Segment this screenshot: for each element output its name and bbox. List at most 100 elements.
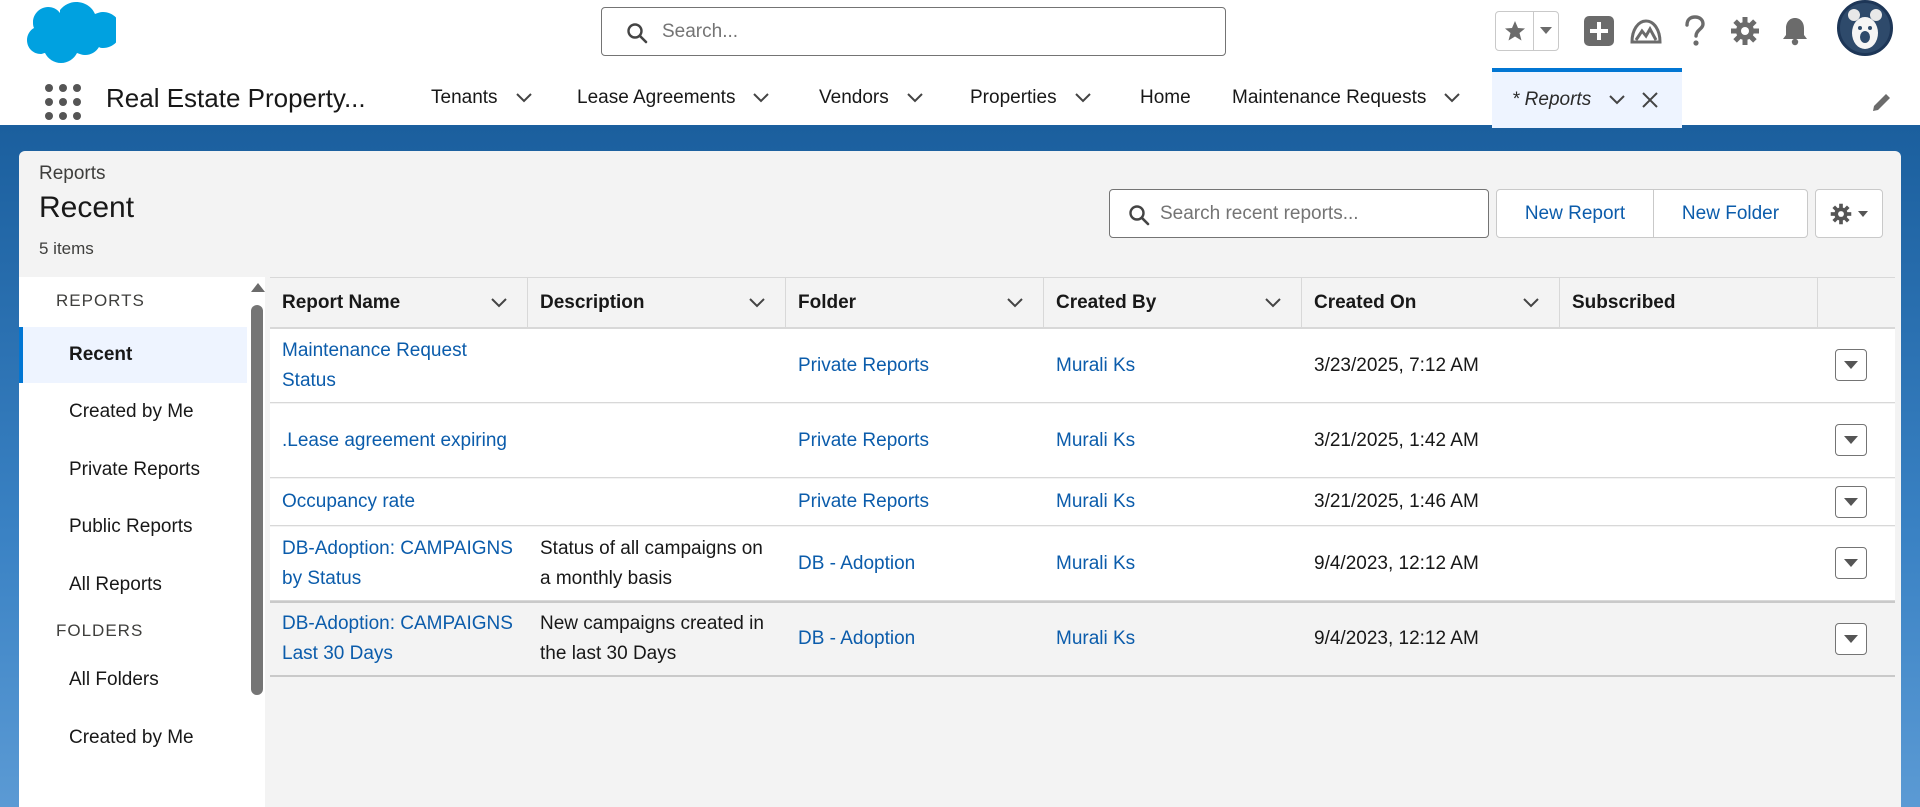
favorites-button[interactable] [1496,12,1534,50]
search-recent-reports-input[interactable]: Search recent reports... [1109,189,1489,238]
row-actions-button[interactable] [1835,349,1867,381]
subscribed [1560,527,1818,600]
table-row: DB-Adoption: CAMPAIGNS by Status Status … [270,527,1895,601]
column-header-label: Folder [798,292,857,313]
subscribed [1560,404,1818,477]
salesforce-logo[interactable] [22,0,116,64]
sidebar-item-folders-created-by-me[interactable]: Created by Me [19,710,247,766]
created-by-link[interactable]: Murali Ks [1044,404,1302,477]
reports-table: Report Name Description Folder Created B… [270,277,1895,807]
chevron-down-icon[interactable] [1073,88,1093,108]
global-header: Search... [0,0,1920,68]
chevron-down-icon[interactable] [1607,90,1627,110]
column-header-created-on[interactable]: Created On [1302,278,1560,328]
chevron-down-icon [1844,435,1858,444]
reports-sidebar: REPORTS Recent Created by Me Private Rep… [19,277,265,807]
user-avatar[interactable] [1837,0,1893,56]
nav-item-home[interactable]: Home [1140,68,1191,128]
report-name-link[interactable]: Occupancy rate [270,479,528,525]
chevron-down-icon[interactable] [1263,293,1283,313]
column-header-report-name[interactable]: Report Name [270,278,528,328]
table-row: .Lease agreement expiring Private Report… [270,404,1895,478]
chevron-down-icon[interactable] [905,88,925,108]
pencil-icon[interactable] [1870,90,1894,114]
nav-item-properties[interactable]: Properties [970,68,1093,128]
sidebar-item-recent[interactable]: Recent [19,327,247,383]
notifications-button[interactable] [1777,12,1813,50]
folder-link[interactable]: DB - Adoption [786,603,1044,675]
created-by-link[interactable]: Murali Ks [1044,329,1302,402]
sidebar-item-private-reports[interactable]: Private Reports [19,442,247,498]
column-header-folder[interactable]: Folder [786,278,1044,328]
created-on: 9/4/2023, 12:12 AM [1314,628,1479,649]
close-icon[interactable] [1641,91,1659,109]
folder-link[interactable]: DB - Adoption [786,527,1044,600]
nav-item-tenants[interactable]: Tenants [431,68,534,128]
created-by-link[interactable]: Murali Ks [1044,479,1302,525]
report-name-link[interactable]: DB-Adoption: CAMPAIGNS by Status [270,527,528,600]
chevron-down-icon[interactable] [514,88,534,108]
sidebar-item-created-by-me[interactable]: Created by Me [19,384,247,440]
report-name-link[interactable]: .Lease agreement expiring [270,404,528,477]
folder-link[interactable]: Private Reports [786,479,1044,525]
chevron-down-icon[interactable] [489,293,509,313]
chevron-down-icon [1844,360,1858,369]
chevron-down-icon[interactable] [747,293,767,313]
column-header-subscribed[interactable]: Subscribed [1560,278,1818,328]
chevron-down-icon[interactable] [1442,88,1462,108]
subscribed [1560,329,1818,402]
created-on: 9/4/2023, 12:12 AM [1314,552,1479,574]
nav-item-reports[interactable]: * Reports [1492,68,1682,128]
row-actions-button[interactable] [1835,424,1867,456]
bear-avatar-icon [1848,9,1882,49]
created-by-link[interactable]: Murali Ks [1044,527,1302,600]
setup-button[interactable] [1727,12,1763,50]
trailhead-icon [1630,19,1662,44]
scroll-up-arrow-icon[interactable] [251,283,265,292]
nav-item-label: Vendors [819,87,889,108]
search-placeholder: Search recent reports... [1160,203,1359,224]
nav-item-label: Lease Agreements [577,87,736,108]
created-on: 3/21/2025, 1:46 AM [1314,491,1479,512]
row-actions-button[interactable] [1835,547,1867,579]
folder-link[interactable]: Private Reports [786,404,1044,477]
chevron-down-icon[interactable] [751,88,771,108]
nav-item-vendors[interactable]: Vendors [819,68,925,128]
column-header-created-by[interactable]: Created By [1044,278,1302,328]
column-header-label: Description [540,292,645,313]
search-icon [627,23,648,44]
created-on: 3/23/2025, 7:12 AM [1314,354,1479,376]
nav-item-label: Properties [970,87,1057,108]
column-header-description[interactable]: Description [528,278,786,328]
favorites-group [1495,11,1559,51]
plus-icon [1584,16,1614,46]
report-name-link[interactable]: Maintenance Request Status [270,329,528,402]
breadcrumb[interactable]: Reports [39,163,106,185]
chevron-down-icon[interactable] [1005,293,1025,313]
global-search-input[interactable]: Search... [601,7,1226,56]
caret-down-icon [1540,27,1552,34]
report-name-link[interactable]: DB-Adoption: CAMPAIGNS Last 30 Days [270,603,528,675]
help-button[interactable] [1677,12,1713,50]
table-row: Maintenance Request Status Private Repor… [270,329,1895,403]
favorites-menu-button[interactable] [1534,12,1558,50]
created-by-link[interactable]: Murali Ks [1044,603,1302,675]
sidebar-item-all-reports[interactable]: All Reports [19,557,247,613]
sidebar-item-public-reports[interactable]: Public Reports [19,499,247,555]
app-launcher-button[interactable] [45,84,81,120]
folder-link[interactable]: Private Reports [786,329,1044,402]
nav-item-lease-agreements[interactable]: Lease Agreements [577,68,771,128]
row-actions-button[interactable] [1835,623,1867,655]
global-actions-button[interactable] [1581,12,1617,50]
list-settings-button[interactable] [1815,189,1883,238]
created-on: 3/21/2025, 1:42 AM [1314,429,1479,451]
new-folder-button[interactable]: New Folder [1653,189,1808,238]
caret-down-icon [1858,210,1868,217]
trailhead-button[interactable] [1628,12,1664,50]
sidebar-item-all-folders[interactable]: All Folders [19,652,247,708]
new-report-button[interactable]: New Report [1496,189,1654,238]
row-actions-button[interactable] [1835,486,1867,518]
nav-item-maintenance-requests[interactable]: Maintenance Requests [1232,68,1462,128]
chevron-down-icon[interactable] [1521,293,1541,313]
sidebar-scroll-thumb[interactable] [251,305,263,695]
